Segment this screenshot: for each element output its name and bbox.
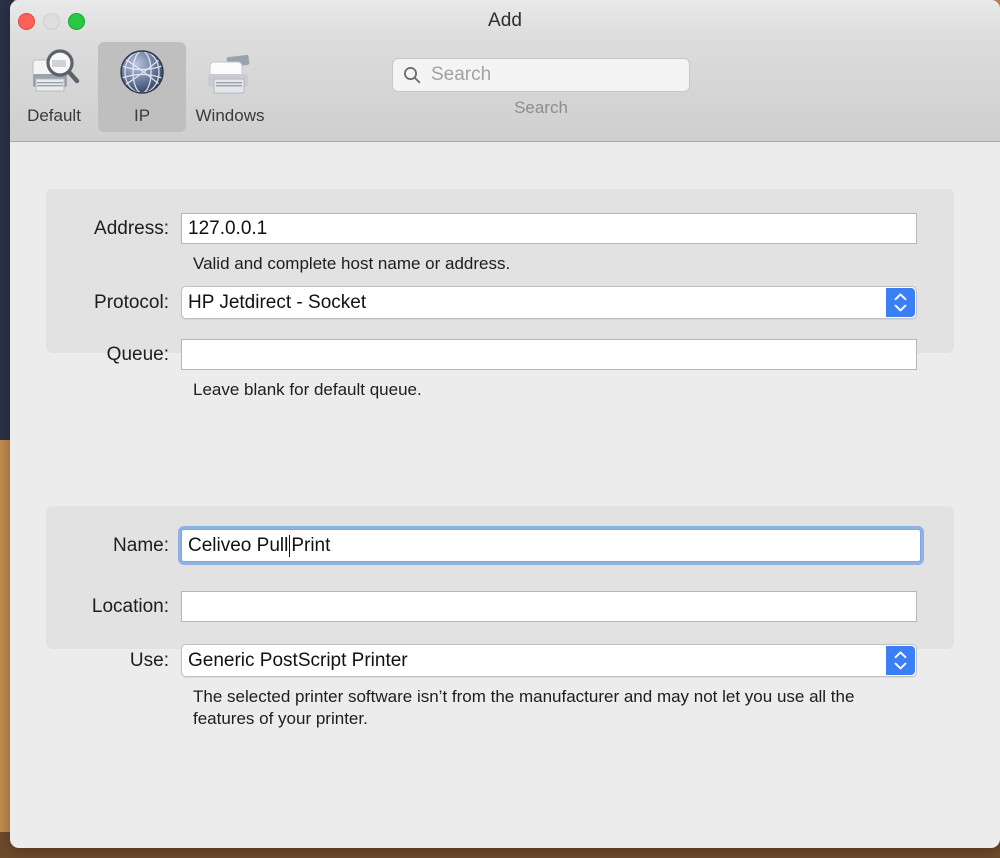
search-field-wrapper <box>392 58 690 92</box>
name-input[interactable]: Celiveo Pull Print <box>181 529 921 562</box>
toolbar: Default IP Windows Search Search <box>10 42 1000 142</box>
globe-icon <box>98 46 186 104</box>
tab-windows[interactable]: Windows <box>186 42 274 132</box>
tab-default[interactable]: Default <box>10 42 98 132</box>
queue-hint: Leave blank for default queue. <box>193 380 422 399</box>
search-field[interactable] <box>392 58 690 92</box>
queue-input[interactable] <box>181 339 917 370</box>
location-label: Location: <box>91 595 169 617</box>
protocol-select[interactable]: HP Jetdirect - Socket <box>181 286 917 319</box>
search-input[interactable] <box>429 63 673 87</box>
name-value-before-caret: Celiveo Pull <box>188 534 289 556</box>
search-caption: Search <box>514 98 568 117</box>
use-row: Use: Generic PostScript Printer <box>46 644 954 677</box>
protocol-label: Protocol: <box>94 291 169 313</box>
tab-default-label: Default <box>27 106 81 125</box>
address-hint: Valid and complete host name or address. <box>193 254 511 273</box>
address-row: Address: 127.0.0.1 <box>46 213 954 244</box>
title-bar: Add <box>10 0 1000 42</box>
address-input[interactable]: 127.0.0.1 <box>181 213 917 244</box>
use-value: Generic PostScript Printer <box>188 649 408 671</box>
name-value-after-caret: Print <box>291 534 331 556</box>
name-label: Name: <box>113 534 169 556</box>
protocol-row: Protocol: HP Jetdirect - Socket <box>46 286 954 319</box>
queue-label: Queue: <box>106 343 169 365</box>
name-row: Name: Celiveo Pull Print <box>46 529 954 562</box>
protocol-stepper-icon[interactable] <box>886 288 915 317</box>
use-hint: The selected printer software isn’t from… <box>193 687 855 729</box>
tab-ip[interactable]: IP <box>98 42 186 132</box>
tab-ip-label: IP <box>133 106 151 125</box>
use-label: Use: <box>129 649 169 671</box>
printer-type-tabs: Default IP Windows <box>10 42 274 132</box>
address-label: Address: <box>94 217 169 239</box>
location-row: Location: <box>46 591 954 622</box>
text-caret <box>289 534 291 557</box>
printer-fax-icon <box>186 46 274 104</box>
printer-panel: Name: Celiveo Pull Print Location: Use: … <box>46 506 954 728</box>
use-select[interactable]: Generic PostScript Printer <box>181 644 917 677</box>
printer-search-icon <box>10 46 98 104</box>
search-icon <box>403 66 421 84</box>
use-stepper-icon[interactable] <box>886 646 915 675</box>
tab-windows-label: Windows <box>195 106 265 125</box>
add-printer-dialog: Add Default IP Windows Search Search Add… <box>10 0 1000 848</box>
connection-panel: Address: 127.0.0.1 Valid and complete ho… <box>46 189 954 399</box>
queue-row: Queue: <box>46 339 954 370</box>
window-title: Add <box>487 10 523 31</box>
protocol-value: HP Jetdirect - Socket <box>188 291 367 313</box>
location-input[interactable] <box>181 591 917 622</box>
